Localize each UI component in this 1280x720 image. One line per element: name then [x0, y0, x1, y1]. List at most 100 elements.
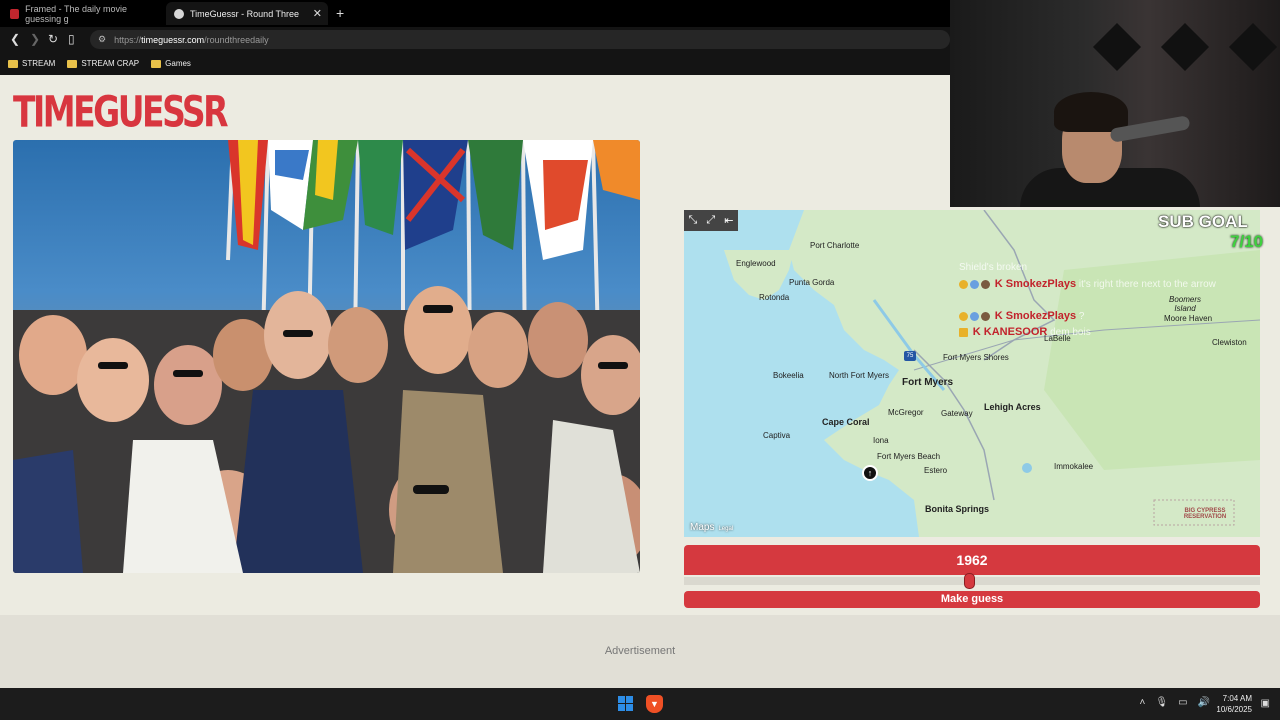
sub-goal-count: 7/10 [1230, 232, 1264, 251]
map-label: North Fort Myers [829, 371, 890, 380]
map-label: Iona [873, 436, 889, 445]
close-tab-icon[interactable]: ✕ [313, 7, 322, 20]
chat-badge-icon [970, 311, 979, 321]
pin-map-icon[interactable]: ⇤ [724, 214, 733, 227]
chat-message: K SmokezPlays ? [959, 310, 1084, 322]
interstate-shield-icon: 75 [904, 351, 916, 361]
bookmark-icon[interactable]: ▯ [68, 32, 75, 46]
map-label: Punta Gorda [789, 278, 835, 287]
tab-title: Framed - The daily movie guessing g [25, 3, 127, 24]
guess-map[interactable]: ⤡ ⤢ ⇤ Port Charlotte Englewood Punta Gor… [684, 210, 1260, 537]
bookmark-stream[interactable]: STREAM [8, 59, 55, 68]
chat-text: Shield's broken [959, 262, 1028, 273]
chevron-up-icon[interactable]: ˄ [1140, 697, 1146, 708]
map-label: Boomers Island [1168, 295, 1201, 313]
bookmarks-bar: STREAM STREAM CRAP Games [0, 52, 950, 75]
guess-pin-icon[interactable]: ↑ [862, 465, 878, 481]
map-label: Lehigh Acres [984, 402, 1041, 412]
back-icon[interactable]: ❮ [10, 32, 20, 46]
advertisement-label: Advertisement [604, 645, 676, 657]
map-label: Clewiston [1212, 338, 1247, 347]
chat-text: it's right there next to the arrow [1078, 279, 1216, 290]
reload-icon[interactable]: ↻ [48, 32, 58, 46]
folder-icon [67, 59, 78, 68]
clock-time: 7:04 AM [1222, 694, 1252, 703]
tab-timeguessr[interactable]: TimeGuessr - Round Three ✕ [166, 2, 328, 25]
new-tab-icon[interactable]: + [336, 5, 344, 21]
timeguessr-logo[interactable]: TIMEGUESSR [13, 86, 229, 137]
clock-date: 10/6/2025 [1216, 705, 1252, 714]
address-bar[interactable]: ⚙ https://timeguessr.com/roundthreedaily [90, 30, 950, 49]
bookmark-label: STREAM CRAP [81, 59, 140, 68]
streamer-hair [1054, 92, 1128, 132]
folder-icon [8, 59, 18, 68]
shrink-map-icon[interactable]: ⤢ [706, 214, 715, 227]
apple-maps-logo: Maps Legal [690, 522, 733, 533]
system-tray: ˄ 🎙 ▭ 🔊 [1140, 697, 1210, 708]
navigation-bar: ❮ ❯ ↻ ▯ ⚙ https://timeguessr.com/roundth… [0, 27, 950, 52]
map-label: Fort Myers Beach [877, 452, 941, 461]
chat-avatar-icon [981, 279, 990, 289]
framed-favicon-icon [10, 8, 20, 19]
map-label: BIG CYPRESS RESERVATION [1183, 508, 1227, 520]
wall-panel [1092, 22, 1142, 72]
map-label: Immokalee [1054, 462, 1094, 471]
expand-map-icon[interactable]: ⤡ [689, 214, 698, 227]
map-label: Port Charlotte [810, 241, 860, 250]
wall-panel [1160, 22, 1210, 72]
make-guess-button[interactable]: Make guess [684, 591, 1260, 608]
map-label: Cape Coral [822, 417, 870, 427]
bookmark-label: STREAM [22, 59, 56, 68]
site-settings-icon[interactable]: ⚙ [98, 34, 106, 45]
chat-avatar-icon [981, 311, 990, 321]
taskbar: ▼ ˄ 🎙 ▭ 🔊 7:04 AM 10/6/2025 ▣ [0, 688, 1280, 720]
year-slider-handle[interactable] [964, 573, 975, 589]
folder-icon [151, 59, 162, 68]
chat-badge-icon [970, 279, 979, 289]
url-path: /roundthreedaily [204, 34, 269, 45]
chat-message: K KANESOOR dem bois [959, 326, 1091, 338]
timeguessr-favicon-icon [174, 8, 184, 19]
network-icon[interactable]: ▭ [1178, 697, 1187, 708]
chat-username: K SmokezPlays [994, 310, 1077, 322]
maps-attribution: Maps [690, 522, 715, 533]
chat-username: K KANESOOR [972, 326, 1048, 338]
map-label: Moore Haven [1164, 314, 1213, 323]
wall-panel [1228, 22, 1278, 72]
legal-link[interactable]: Legal [718, 526, 733, 532]
year-display: 1962 [684, 545, 1260, 575]
forward-icon[interactable]: ❯ [30, 32, 40, 46]
chat-text: dem bois [1050, 327, 1091, 338]
map-label: Gateway [941, 409, 973, 418]
brave-browser-icon[interactable]: ▼ [646, 695, 663, 713]
crown-badge-icon [959, 327, 968, 337]
clock[interactable]: 7:04 AM 10/6/2025 [1216, 693, 1252, 715]
chat-message: Shield's broken [959, 262, 1027, 273]
tab-framed[interactable]: Framed - The daily movie guessing g [10, 2, 160, 25]
webcam-overlay [950, 0, 1280, 207]
advertisement-area: Advertisement [0, 615, 1280, 688]
chat-badge-icon [959, 279, 968, 289]
bookmark-games[interactable]: Games [151, 59, 191, 68]
tab-title: TimeGuessr - Round Three [190, 8, 300, 19]
chat-message: K SmokezPlays it's right there next to t… [959, 278, 1216, 290]
bookmark-stream-crap[interactable]: STREAM CRAP [67, 59, 139, 68]
map-label: Estero [924, 466, 948, 475]
map-label: Englewood [736, 259, 776, 268]
map-label: Fort Myers Shores [943, 353, 1009, 362]
bookmark-label: Games [165, 59, 191, 68]
chat-badge-icon [959, 311, 968, 321]
chat-username: K SmokezPlays [994, 278, 1077, 290]
chat-text: ? [1078, 311, 1085, 322]
microphone-tray-icon[interactable]: 🎙 [1155, 697, 1168, 708]
map-label: McGregor [888, 408, 924, 417]
crowd-photo-illustration [13, 140, 640, 573]
url-host: timeguessr.com [141, 34, 205, 45]
sub-goal-label: SUB GOAL [1158, 212, 1248, 231]
map-label: Rotonda [759, 293, 790, 302]
windows-start-icon[interactable] [618, 696, 633, 711]
notification-icon[interactable]: ▣ [1261, 698, 1270, 709]
volume-icon[interactable]: 🔊 [1198, 697, 1210, 708]
map-label: Fort Myers [902, 377, 954, 388]
map-label: Captiva [763, 431, 791, 440]
